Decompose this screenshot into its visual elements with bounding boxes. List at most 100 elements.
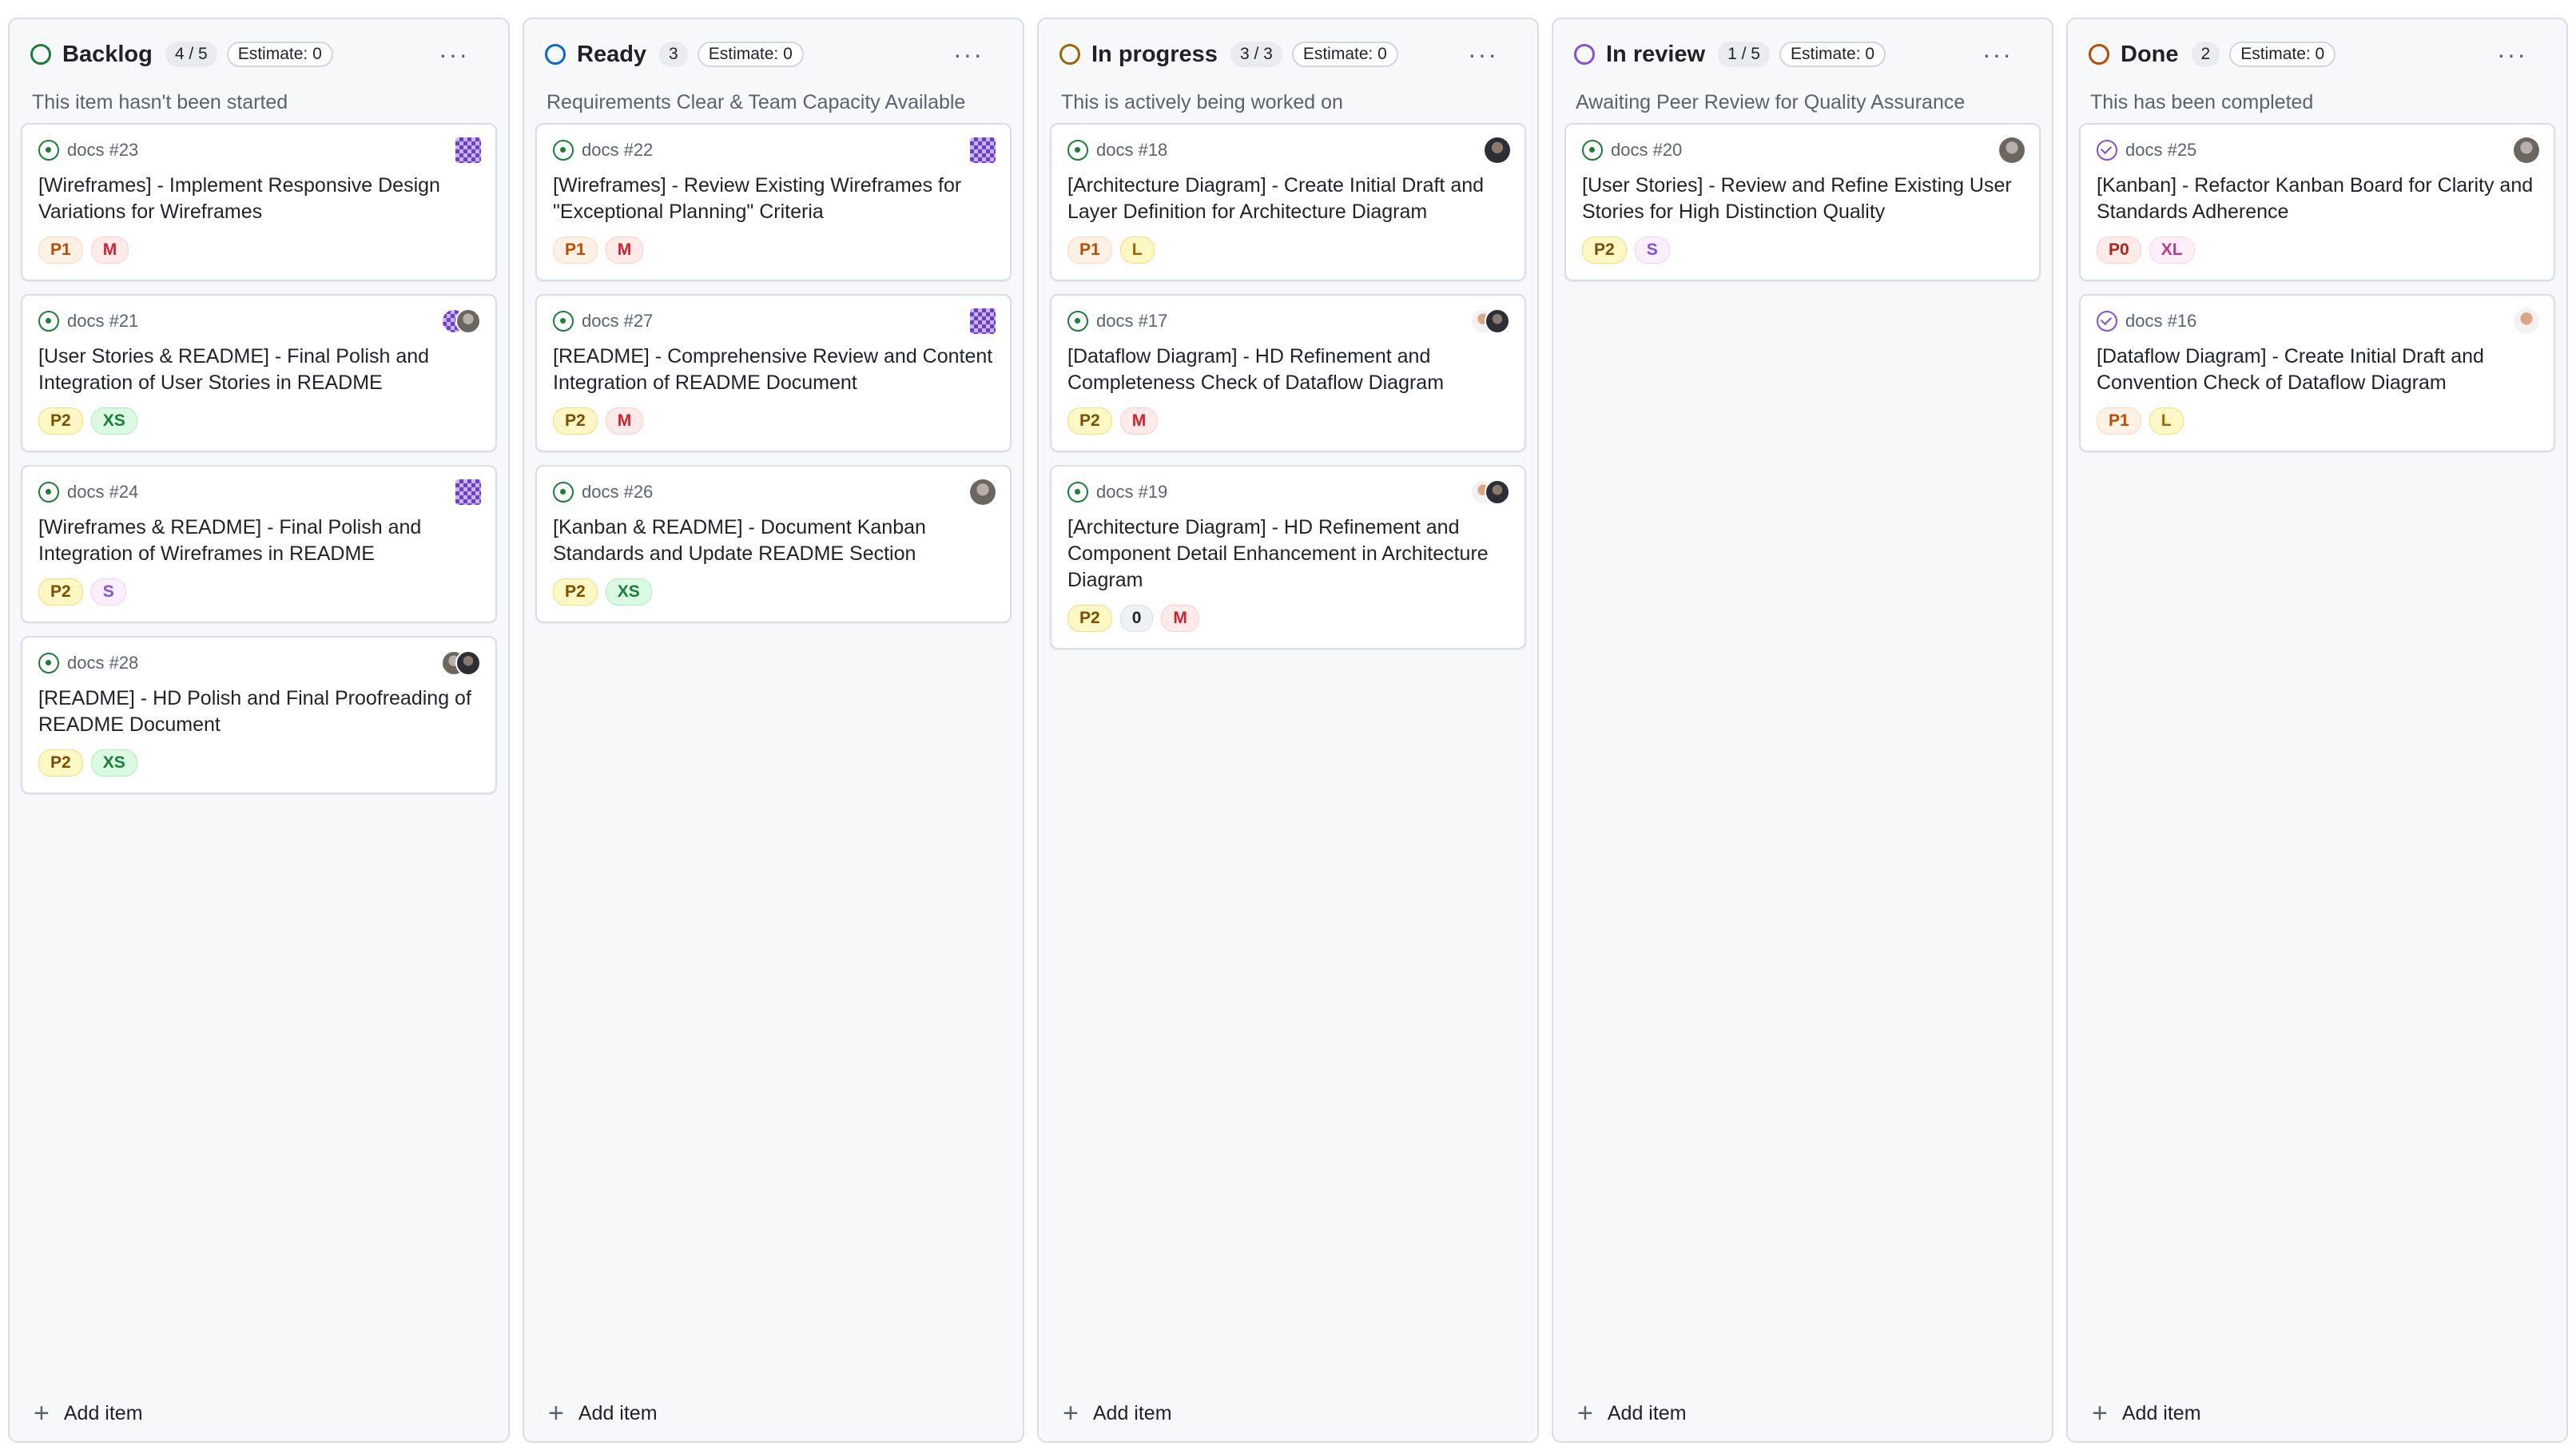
status-circle-icon xyxy=(545,44,566,65)
issue-ref: docs #27 xyxy=(582,311,654,331)
open-issue-icon xyxy=(38,653,59,673)
issue-title[interactable]: [Kanban] - Refactor Kanban Board for Cla… xyxy=(2097,173,2538,225)
plus-icon: + xyxy=(34,1398,50,1428)
issue-title[interactable]: [Wireframes] - Implement Responsive Desi… xyxy=(38,173,479,225)
issue-ref: docs #25 xyxy=(2125,140,2197,160)
item-count-badge: 1 / 5 xyxy=(1718,42,1770,67)
column-menu-button[interactable]: ··· xyxy=(949,37,988,72)
column-title: In progress xyxy=(1091,41,1218,67)
assignee-avatar[interactable] xyxy=(1999,137,2025,163)
open-issue-icon xyxy=(1067,140,1088,161)
assignee-avatars[interactable] xyxy=(1470,308,1510,334)
open-issue-icon xyxy=(553,482,574,503)
size-label: S xyxy=(1634,236,1670,264)
size-label: M xyxy=(605,407,644,435)
closed-issue-icon xyxy=(2097,140,2117,161)
assignee-avatars[interactable] xyxy=(441,650,481,676)
priority-label: P2 xyxy=(1067,407,1112,435)
size-label: XL xyxy=(2149,236,2195,264)
column-header: Backlog 4 / 5 Estimate: 0 ··· xyxy=(30,37,487,72)
priority-label: P2 xyxy=(1582,236,1627,264)
card-list: docs #20 [User Stories] - Review and Ref… xyxy=(1564,123,2041,294)
assignee-avatar[interactable] xyxy=(455,137,481,163)
issue-title[interactable]: [User Stories] - Review and Refine Exist… xyxy=(1582,173,2023,225)
issue-card[interactable]: docs #19 [Architecture Diagram] - HD Ref… xyxy=(1050,465,1526,650)
size-label: XS xyxy=(90,749,137,777)
priority-label: P2 xyxy=(38,578,83,606)
item-count-badge: 3 / 3 xyxy=(1230,42,1282,67)
estimate-badge: Estimate: 0 xyxy=(226,42,333,67)
size-label: M xyxy=(90,236,129,264)
assignee-avatar[interactable] xyxy=(1485,137,1510,163)
add-item-button[interactable]: + Add item xyxy=(548,1400,658,1427)
assignee-avatar[interactable] xyxy=(970,308,996,334)
column-in-progress: In progress 3 / 3 Estimate: 0 ··· This i… xyxy=(1037,18,1539,1443)
open-issue-icon xyxy=(38,140,59,161)
issue-card[interactable]: docs #16 [Dataflow Diagram] - Create Ini… xyxy=(2079,294,2555,452)
label-list: P1 M xyxy=(553,236,994,264)
issue-card[interactable]: docs #18 [Architecture Diagram] - Create… xyxy=(1050,123,1526,281)
add-item-label: Add item xyxy=(1092,1401,1172,1424)
issue-card[interactable]: docs #25 [Kanban] - Refactor Kanban Boar… xyxy=(2079,123,2555,281)
issue-title[interactable]: [Dataflow Diagram] - HD Refinement and C… xyxy=(1067,344,1509,396)
card-list: docs #23 [Wireframes] - Implement Respon… xyxy=(21,123,497,807)
priority-label: P1 xyxy=(1067,236,1112,264)
issue-card[interactable]: docs #28 [README] - HD Polish and Final … xyxy=(21,636,497,794)
column-menu-button[interactable]: ··· xyxy=(2493,37,2531,72)
assignee-avatar[interactable] xyxy=(455,479,481,505)
issue-ref: docs #19 xyxy=(1096,482,1168,502)
assignee-avatar[interactable] xyxy=(970,479,996,505)
card-list: docs #18 [Architecture Diagram] - Create… xyxy=(1050,123,1526,662)
issue-card[interactable]: docs #21 [User Stories & README] - Final… xyxy=(21,294,497,452)
issue-card[interactable]: docs #27 [README] - Comprehensive Review… xyxy=(535,294,1012,452)
issue-ref: docs #28 xyxy=(67,653,139,673)
assignee-avatars[interactable] xyxy=(441,308,481,334)
add-item-button[interactable]: + Add item xyxy=(34,1398,143,1428)
issue-card[interactable]: docs #22 [Wireframes] - Review Existing … xyxy=(535,123,1012,281)
issue-title[interactable]: [README] - HD Polish and Final Proofread… xyxy=(38,685,479,738)
assignee-avatars[interactable] xyxy=(1470,479,1510,505)
issue-card[interactable]: docs #20 [User Stories] - Review and Ref… xyxy=(1564,123,2041,281)
issue-card[interactable]: docs #24 [Wireframes & README] - Final P… xyxy=(21,465,497,623)
assignee-avatar[interactable] xyxy=(2514,308,2539,334)
issue-card[interactable]: docs #23 [Wireframes] - Implement Respon… xyxy=(21,123,497,281)
column-header: In progress 3 / 3 Estimate: 0 ··· xyxy=(1059,37,1517,72)
column-description: Requirements Clear & Team Capacity Avail… xyxy=(547,91,966,113)
add-item-button[interactable]: + Add item xyxy=(2092,1400,2201,1427)
column-description: This has been completed xyxy=(2090,91,2314,113)
closed-issue-icon xyxy=(2097,311,2117,332)
kanban-board: Backlog 4 / 5 Estimate: 0 ··· This item … xyxy=(0,0,2576,1454)
priority-label: P2 xyxy=(38,749,83,777)
status-circle-icon xyxy=(1574,44,1595,65)
column-menu-button[interactable]: ··· xyxy=(435,37,473,72)
add-item-label: Add item xyxy=(2121,1401,2201,1424)
size-label: XS xyxy=(605,578,652,606)
label-list: P1 L xyxy=(1067,236,1509,264)
issue-title[interactable]: [Dataflow Diagram] - Create Initial Draf… xyxy=(2097,344,2538,396)
issue-card[interactable]: docs #26 [Kanban & README] - Document Ka… xyxy=(535,465,1012,623)
issue-title[interactable]: [Wireframes & README] - Final Polish and… xyxy=(38,514,479,567)
label-list: P2 0 M xyxy=(1067,605,1509,632)
add-item-button[interactable]: + Add item xyxy=(1577,1400,1687,1427)
column-title: Ready xyxy=(577,41,647,67)
column-description: Awaiting Peer Review for Quality Assuran… xyxy=(1576,91,1966,113)
issue-title[interactable]: [User Stories & README] - Final Polish a… xyxy=(38,344,479,396)
issue-title[interactable]: [Architecture Diagram] - Create Initial … xyxy=(1067,173,1509,225)
column-title: In review xyxy=(1606,41,1706,67)
size-label: M xyxy=(605,236,644,264)
label-list: P0 XL xyxy=(2097,236,2538,264)
issue-card[interactable]: docs #17 [Dataflow Diagram] - HD Refinem… xyxy=(1050,294,1526,452)
issue-title[interactable]: [Kanban & README] - Document Kanban Stan… xyxy=(553,514,994,567)
issue-ref: docs #21 xyxy=(67,311,139,331)
issue-ref: docs #22 xyxy=(582,140,654,160)
column-menu-button[interactable]: ··· xyxy=(1464,37,1502,72)
assignee-avatar[interactable] xyxy=(2514,137,2539,163)
issue-ref: docs #26 xyxy=(582,482,654,502)
issue-title[interactable]: [README] - Comprehensive Review and Cont… xyxy=(553,344,994,396)
issue-title[interactable]: [Architecture Diagram] - HD Refinement a… xyxy=(1067,514,1509,594)
add-item-button[interactable]: + Add item xyxy=(1063,1400,1172,1427)
column-menu-button[interactable]: ··· xyxy=(1978,37,2017,72)
size-label: M xyxy=(1161,605,1199,632)
issue-title[interactable]: [Wireframes] - Review Existing Wireframe… xyxy=(553,173,994,225)
assignee-avatar[interactable] xyxy=(970,137,996,163)
